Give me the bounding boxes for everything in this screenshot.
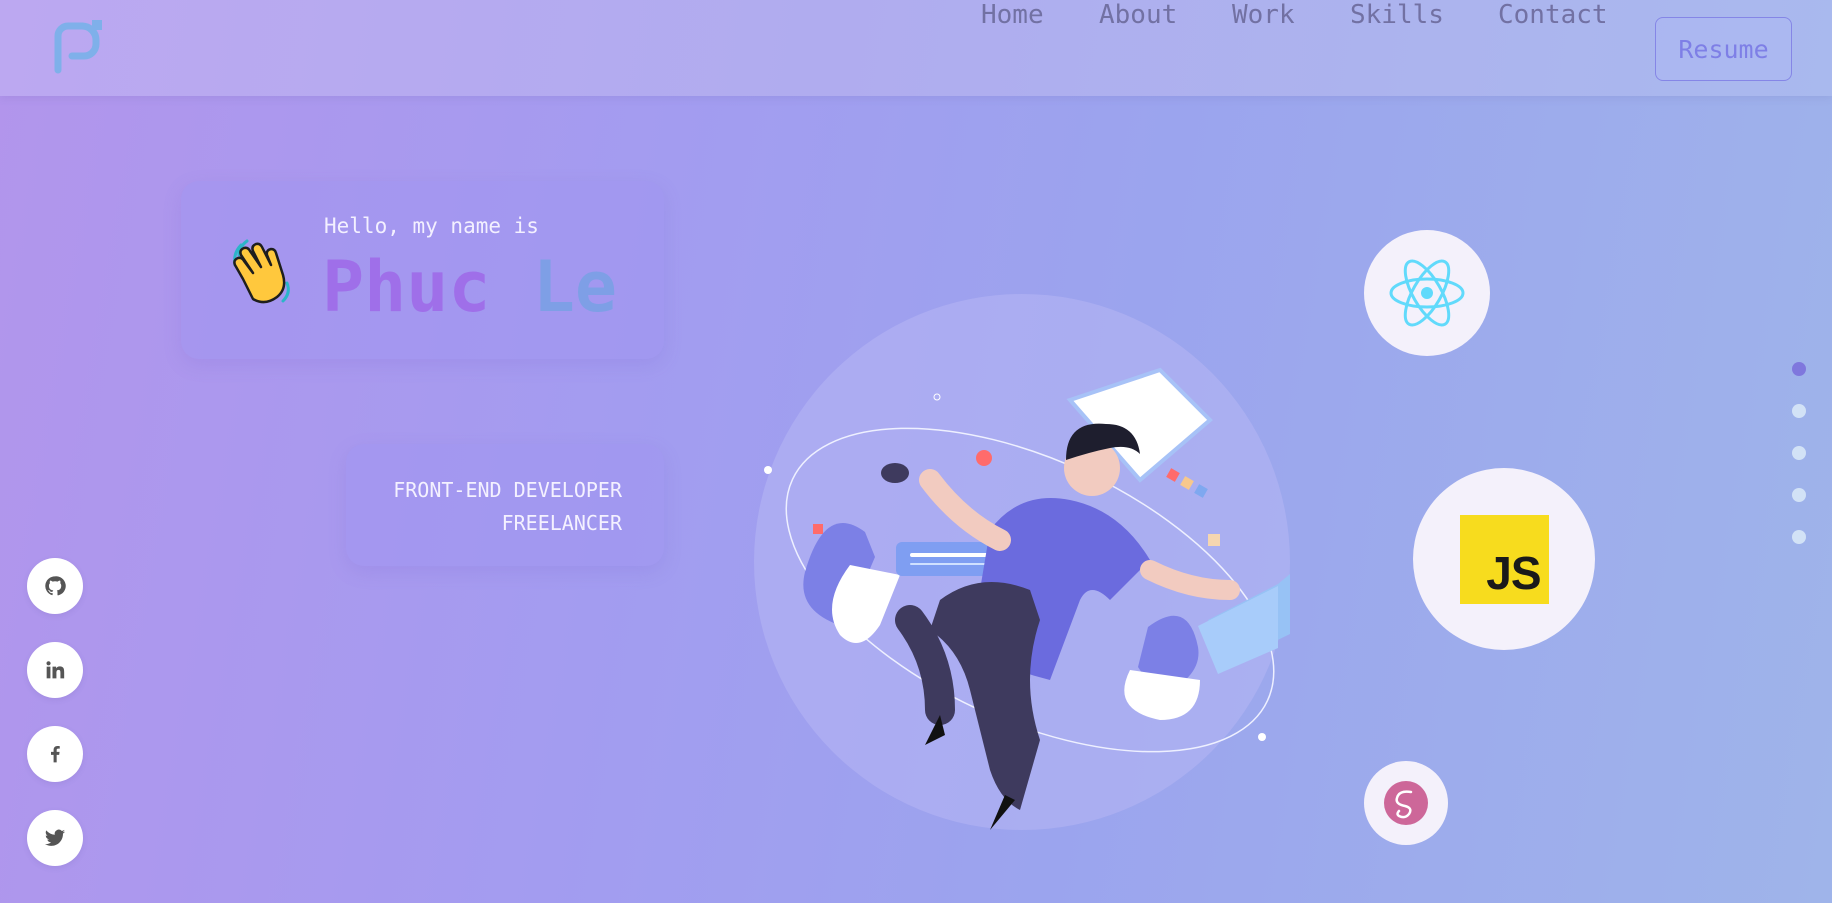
section-dot-3[interactable] bbox=[1792, 446, 1806, 460]
react-bubble bbox=[1364, 230, 1490, 356]
sass-bubble bbox=[1364, 761, 1448, 845]
linkedin-link[interactable] bbox=[27, 642, 83, 698]
developer-illustration bbox=[754, 294, 1290, 830]
role-frontend: FRONT-END DEVELOPER bbox=[393, 478, 622, 502]
role-card: FRONT-END DEVELOPER FREELANCER bbox=[346, 444, 664, 566]
facebook-link[interactable] bbox=[27, 726, 83, 782]
react-icon bbox=[1389, 259, 1465, 327]
linkedin-icon bbox=[46, 661, 65, 679]
name-heading: Phuc Le bbox=[322, 249, 617, 326]
section-dot-5[interactable] bbox=[1792, 530, 1806, 544]
logo-icon[interactable] bbox=[52, 20, 108, 76]
greeting-card: Hello, my name is Phuc Le bbox=[181, 181, 664, 359]
last-name: Le bbox=[532, 246, 618, 328]
twitter-link[interactable] bbox=[27, 810, 83, 866]
section-dot-2[interactable] bbox=[1792, 404, 1806, 418]
twitter-icon bbox=[44, 829, 66, 846]
js-label: JS bbox=[1486, 546, 1541, 599]
github-icon bbox=[45, 576, 66, 596]
role-freelancer: FREELANCER bbox=[501, 511, 622, 535]
site-header: Home About Work Skills Contact Resume bbox=[0, 0, 1832, 96]
nav-skills[interactable]: Skills bbox=[1350, 0, 1444, 30]
javascript-bubble: JS bbox=[1413, 468, 1595, 650]
first-name: Phuc bbox=[322, 246, 491, 328]
sass-icon bbox=[1384, 781, 1428, 825]
facebook-icon bbox=[51, 746, 60, 763]
nav-about[interactable]: About bbox=[1099, 0, 1177, 30]
waving-hand-icon bbox=[233, 239, 290, 304]
javascript-icon: JS bbox=[1459, 514, 1549, 604]
nav-work[interactable]: Work bbox=[1232, 0, 1295, 30]
resume-button[interactable]: Resume bbox=[1655, 17, 1792, 81]
greeting-text: Hello, my name is bbox=[324, 214, 539, 238]
nav-home[interactable]: Home bbox=[981, 0, 1044, 30]
section-dot-1[interactable] bbox=[1792, 362, 1806, 376]
section-dot-4[interactable] bbox=[1792, 488, 1806, 502]
nav-contact[interactable]: Contact bbox=[1498, 0, 1608, 30]
github-link[interactable] bbox=[27, 558, 83, 614]
